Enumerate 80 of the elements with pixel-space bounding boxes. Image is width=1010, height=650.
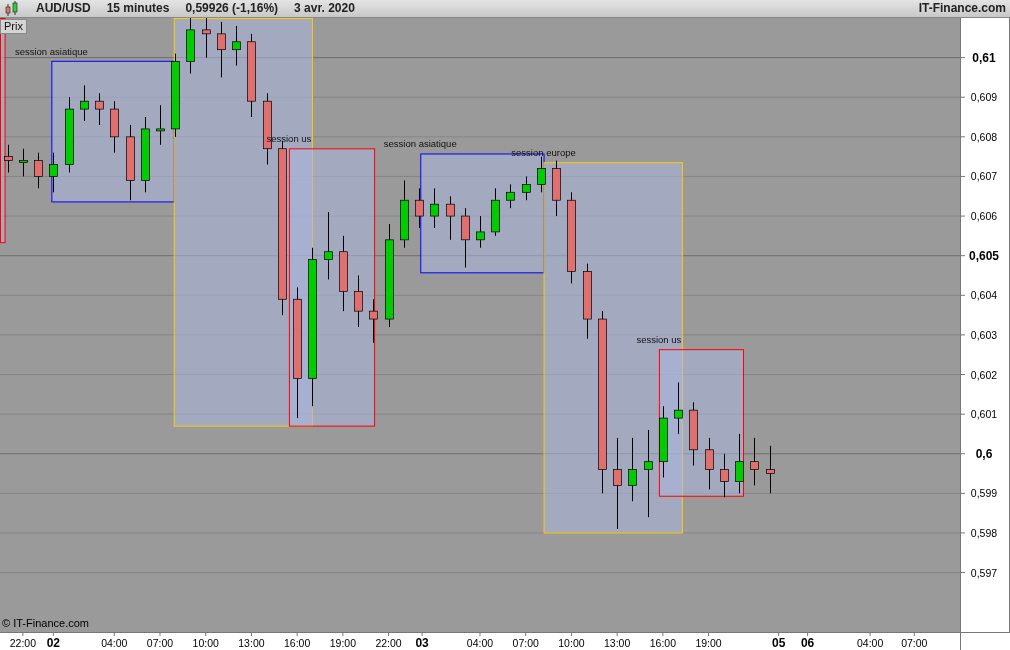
time-label: 16:00: [284, 637, 311, 649]
candlestick: [34, 152, 43, 189]
candlestick: [750, 437, 759, 486]
price-label: 0,6: [975, 446, 993, 461]
time-label: 07:00: [146, 637, 174, 649]
candlestick: [369, 298, 378, 344]
candlestick: [4, 144, 13, 173]
candlestick: [766, 445, 775, 494]
price-label: 0,599: [970, 487, 998, 500]
time-label: 03: [415, 636, 429, 650]
price-label: 0,603: [970, 328, 998, 341]
time-label: 04:00: [101, 637, 128, 649]
candlestick: [537, 156, 546, 193]
candlestick: [95, 92, 104, 126]
instrument-name: AUD/USD: [36, 0, 91, 17]
candlestick: [400, 179, 409, 249]
time-label: 13:00: [604, 637, 631, 649]
candlestick: [705, 437, 714, 490]
time-label: 04:00: [466, 637, 494, 649]
candlestick: [446, 195, 455, 241]
time-label: 07:00: [901, 637, 928, 649]
candlestick: [217, 21, 226, 78]
time-label: 13:00: [238, 637, 265, 649]
candlestick: [491, 187, 500, 237]
time-label: 10:00: [558, 637, 585, 649]
price-label: 0,598: [970, 526, 998, 539]
candlestick: [415, 187, 424, 229]
candlestick: [720, 453, 729, 498]
time-label: 04:00: [856, 637, 884, 649]
copyright-text: © IT-Finance.com: [2, 616, 89, 631]
candlestick: [186, 18, 195, 74]
time-label: 05: [772, 636, 786, 650]
candlestick: [430, 187, 439, 229]
session-label: session asiatique: [14, 45, 88, 57]
candlestick: [156, 104, 165, 146]
time-label: 22:00: [9, 637, 36, 649]
time-label: 22:00: [375, 637, 402, 649]
panel-label: Prix: [0, 19, 27, 34]
session-label: session us: [636, 334, 682, 346]
time-label: 06: [800, 636, 815, 650]
time-label: 19:00: [695, 637, 722, 649]
last-quote: 0,59926 (-1,16%): [185, 0, 279, 17]
candlestick: [689, 401, 698, 467]
quote-date: 3 avr. 2020: [294, 0, 355, 17]
candlestick: [476, 215, 485, 249]
candlestick: [354, 275, 363, 328]
time-label: 07:00: [512, 637, 539, 649]
candlestick: [202, 18, 211, 59]
price-label: 0,608: [970, 130, 998, 143]
candlestick-logo-icon: [4, 0, 20, 17]
session-label: session asiatique: [383, 138, 457, 150]
candlestick: [628, 437, 637, 502]
candlestick: [674, 381, 683, 435]
price-label: 0,604: [970, 289, 998, 302]
session-label: session europe: [511, 147, 576, 159]
candlestick: [461, 207, 470, 269]
price-label: 0,606: [970, 210, 998, 223]
candlestick: [49, 152, 58, 193]
brand-name: IT-Finance.com: [918, 0, 1006, 17]
time-label: 19:00: [329, 637, 356, 649]
price-label: 0,61: [972, 50, 996, 65]
price-label: 0,597: [970, 566, 998, 579]
price-label: 0,602: [970, 368, 998, 381]
candlestick: [232, 25, 241, 67]
candlestick: [324, 211, 333, 280]
timeframe: 15 minutes: [106, 0, 170, 17]
price-label: 0,607: [970, 170, 998, 183]
candlestick: [735, 433, 744, 494]
candlestick: [552, 160, 561, 217]
time-label: 10:00: [192, 637, 219, 649]
candlestick: [506, 183, 515, 209]
time-label: 16:00: [649, 637, 676, 649]
candlestick: [110, 100, 119, 154]
time-label: 02: [46, 636, 60, 650]
candlestick: [80, 84, 89, 122]
price-label: 0,601: [970, 408, 998, 421]
price-label: 0,605: [969, 248, 999, 263]
candlestick: [19, 148, 28, 177]
price-label: 0,609: [970, 91, 998, 104]
candlestick: [522, 175, 531, 201]
